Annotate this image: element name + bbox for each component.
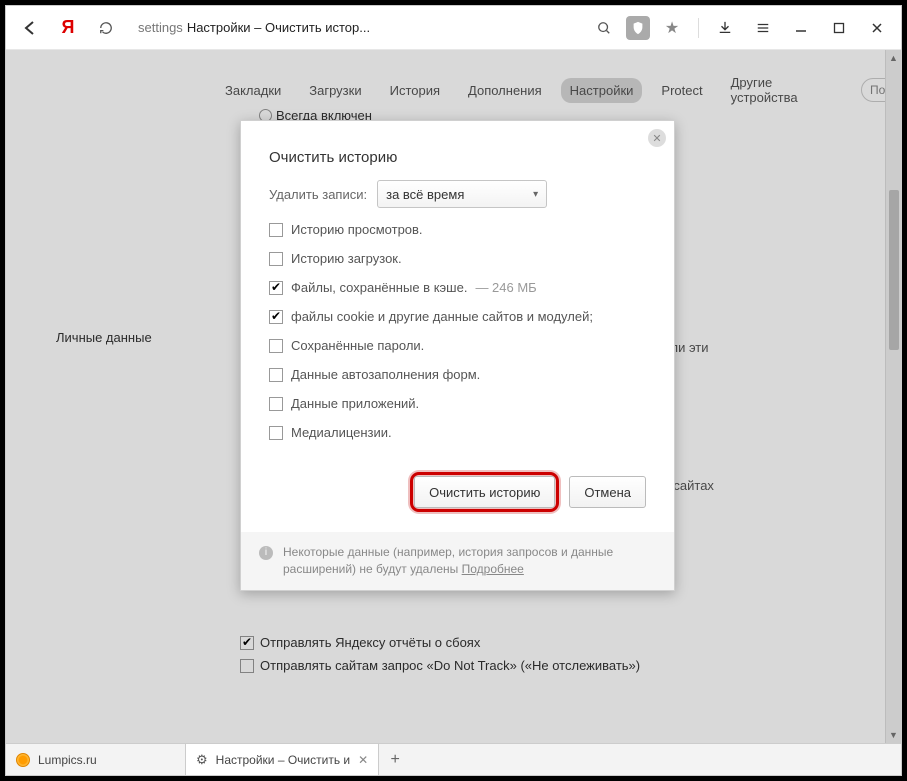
- bookmark-star-icon[interactable]: ★: [656, 12, 688, 44]
- checkbox-icon: [269, 397, 283, 411]
- checkbox-icon: [269, 310, 283, 324]
- check-label: Данные автозаполнения форм.: [291, 367, 480, 382]
- favicon-icon: [16, 753, 30, 767]
- reload-button[interactable]: [90, 12, 122, 44]
- address-bar[interactable]: settings Настройки – Очистить истор...: [128, 12, 582, 44]
- cache-size: — 246 МБ: [475, 280, 536, 295]
- url-prefix: settings: [138, 20, 183, 35]
- close-tab-icon[interactable]: ✕: [358, 753, 368, 767]
- clear-history-button[interactable]: Очистить историю: [414, 476, 555, 508]
- check-cache[interactable]: Файлы, сохранённые в кэше. — 246 МБ: [269, 280, 646, 295]
- protect-shield-icon[interactable]: [626, 16, 650, 40]
- check-label: Историю просмотров.: [291, 222, 423, 237]
- chevron-down-icon: ▾: [533, 189, 538, 200]
- period-value: за всё время: [386, 187, 464, 202]
- note-text: Некоторые данные (например, история запр…: [283, 545, 613, 576]
- gear-icon: ⚙: [196, 752, 208, 768]
- back-button[interactable]: [14, 12, 46, 44]
- check-label: файлы cookie и другие данные сайтов и мо…: [291, 309, 593, 324]
- check-autofill[interactable]: Данные автозаполнения форм.: [269, 367, 646, 382]
- close-window-button[interactable]: [861, 12, 893, 44]
- check-browsing-history[interactable]: Историю просмотров.: [269, 222, 646, 237]
- delete-period-label: Удалить записи:: [269, 187, 367, 202]
- checkbox-icon: [269, 252, 283, 266]
- yandex-logo[interactable]: Я: [52, 12, 84, 44]
- divider: [698, 18, 699, 38]
- search-in-page-icon[interactable]: [588, 12, 620, 44]
- dialog-close-button[interactable]: ✕: [648, 129, 666, 147]
- info-icon: i: [259, 546, 273, 560]
- check-cookies[interactable]: файлы cookie и другие данные сайтов и мо…: [269, 309, 646, 324]
- tab-label: Настройки – Очистить и: [216, 753, 350, 767]
- checkbox-icon: [269, 426, 283, 440]
- check-media-licenses[interactable]: Медиалицензии.: [269, 425, 646, 440]
- check-label: Файлы, сохранённые в кэше.: [291, 280, 467, 295]
- browser-tab-settings[interactable]: ⚙ Настройки – Очистить и ✕: [186, 744, 379, 775]
- check-label: Данные приложений.: [291, 396, 419, 411]
- maximize-button[interactable]: [823, 12, 855, 44]
- note-more-link[interactable]: Подробнее: [462, 562, 524, 576]
- tab-label: Lumpics.ru: [38, 753, 97, 767]
- checkbox-icon: [269, 339, 283, 353]
- downloads-icon[interactable]: [709, 12, 741, 44]
- new-tab-button[interactable]: +: [379, 744, 411, 775]
- clear-history-dialog: ✕ Очистить историю Удалить записи: за вс…: [240, 120, 675, 591]
- check-passwords[interactable]: Сохранённые пароли.: [269, 338, 646, 353]
- menu-icon[interactable]: [747, 12, 779, 44]
- check-label: Сохранённые пароли.: [291, 338, 424, 353]
- period-dropdown[interactable]: за всё время ▾: [377, 180, 547, 208]
- browser-tab-lumpics[interactable]: Lumpics.ru: [6, 744, 186, 775]
- check-download-history[interactable]: Историю загрузок.: [269, 251, 646, 266]
- dialog-title: Очистить историю: [241, 121, 674, 180]
- checkbox-icon: [269, 281, 283, 295]
- cancel-button[interactable]: Отмена: [569, 476, 646, 508]
- checkbox-icon: [269, 223, 283, 237]
- dialog-footer-note: i Некоторые данные (например, история за…: [241, 532, 674, 590]
- minimize-button[interactable]: [785, 12, 817, 44]
- checkbox-icon: [269, 368, 283, 382]
- check-label: Историю загрузок.: [291, 251, 402, 266]
- url-title: Настройки – Очистить истор...: [187, 20, 370, 35]
- check-label: Медиалицензии.: [291, 425, 392, 440]
- check-app-data[interactable]: Данные приложений.: [269, 396, 646, 411]
